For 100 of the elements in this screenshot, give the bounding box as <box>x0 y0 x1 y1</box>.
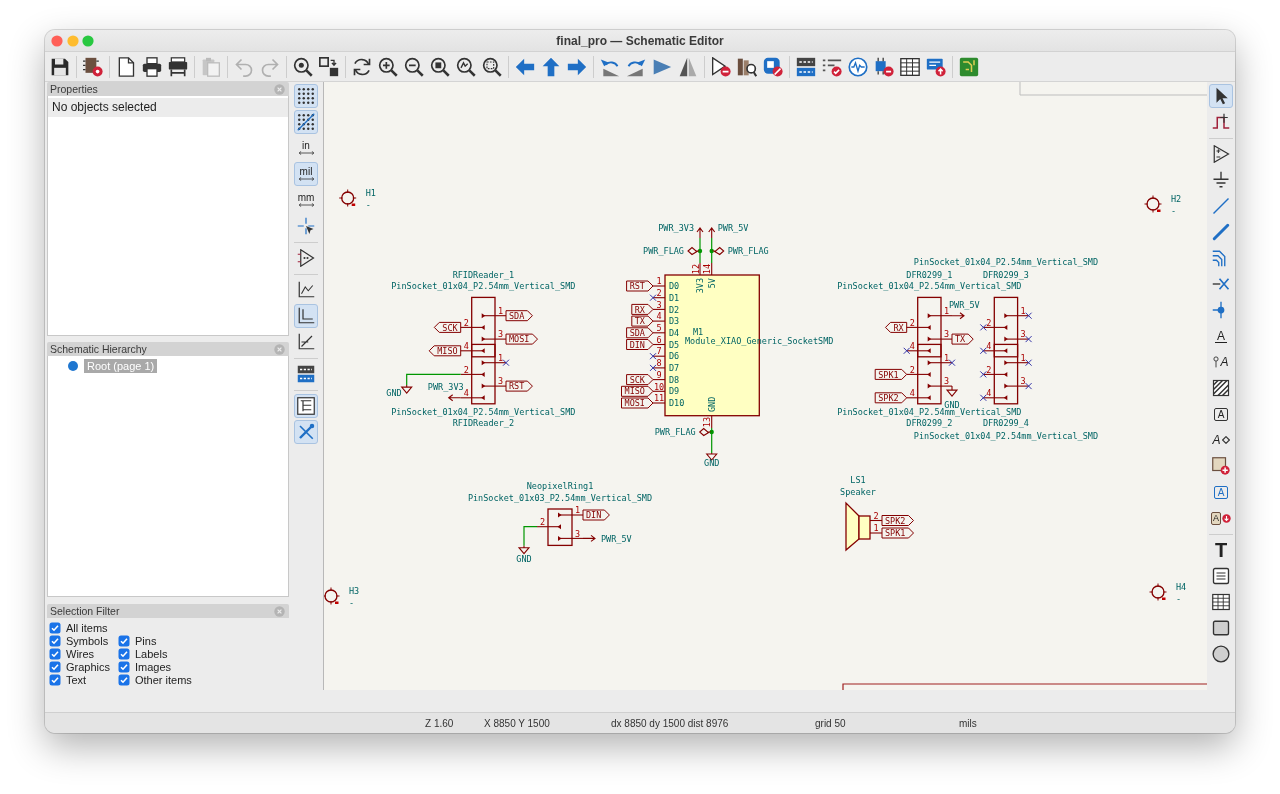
millimeters-button[interactable]: mm <box>294 188 318 212</box>
highlight-net-icon <box>1212 113 1230 131</box>
circuit-board-icon[interactable] <box>959 56 979 77</box>
no-connect-icon <box>979 347 987 355</box>
page-icon[interactable] <box>116 56 136 77</box>
checkbox[interactable] <box>49 674 61 686</box>
zoom-in-icon[interactable] <box>378 56 398 77</box>
flip-vertical-icon[interactable] <box>678 56 698 77</box>
printer-icon[interactable] <box>142 56 162 77</box>
pin-number: 4 <box>463 341 469 351</box>
checkbox-label[interactable]: All items <box>66 622 108 634</box>
sheet-add-icon <box>1212 457 1230 475</box>
zoom-fit-icon[interactable] <box>430 56 450 77</box>
connector-symbol <box>536 508 584 547</box>
books-search-icon[interactable] <box>737 56 757 77</box>
power-flag-name: PWR_FLAG <box>727 246 769 257</box>
annotate-icon[interactable] <box>796 56 816 77</box>
checkbox-label[interactable]: Text <box>66 674 87 686</box>
text-button[interactable]: T <box>1209 538 1233 562</box>
symbol-value: PinSocket_01x03_P2.54mm_Vertical_SMD <box>467 493 653 503</box>
pin-number: 1 <box>497 305 504 316</box>
plotter-icon[interactable] <box>168 56 188 77</box>
measure-arrow-icon <box>297 203 315 207</box>
checkbox-label[interactable]: Labels <box>135 648 168 660</box>
zoom-out-icon[interactable] <box>404 56 424 77</box>
label-button[interactable]: A <box>1209 324 1233 348</box>
checkbox-label[interactable]: Wires <box>66 648 95 660</box>
grid-button[interactable] <box>294 84 318 108</box>
checkbox[interactable] <box>118 661 130 673</box>
hierarchy-icon <box>297 397 315 415</box>
checkbox[interactable] <box>49 622 61 634</box>
sheet-pin-button[interactable]: A <box>1209 480 1233 504</box>
checkbox-label[interactable]: Graphics <box>66 661 111 673</box>
symbol-prohibit-icon[interactable] <box>711 56 731 77</box>
select-button[interactable] <box>1209 84 1233 108</box>
symbol-value: - <box>349 598 355 608</box>
symbol-reference: DFR0299_2 <box>906 417 953 428</box>
chip-badge-icon[interactable] <box>763 56 783 77</box>
component-badge-icon[interactable] <box>874 56 894 77</box>
net-class-button[interactable]: A <box>1209 350 1233 374</box>
arrow-left-icon[interactable] <box>515 56 535 77</box>
checkbox[interactable] <box>118 674 130 686</box>
no-connect-icon <box>1025 382 1033 390</box>
measure-arrow-icon <box>297 177 315 181</box>
properties-button[interactable] <box>294 420 318 444</box>
no-connect-icon <box>979 323 987 331</box>
symbol-value: PinSocket_01x04_P2.54mm_Vertical_SMD <box>913 430 1099 441</box>
power-arrow-icon <box>951 312 965 320</box>
power-arrow-icon <box>447 394 462 402</box>
power-flag-name: PWR_FLAG <box>654 427 696 438</box>
zoom-selection-icon[interactable] <box>482 56 502 77</box>
symbol-reference: LS1 <box>850 475 866 485</box>
checkbox-label[interactable]: Symbols <box>66 635 109 647</box>
right-angle-button[interactable] <box>294 304 318 328</box>
grid-dots-icon <box>297 87 315 105</box>
arrow-up-icon[interactable] <box>541 56 561 77</box>
mils-button[interactable]: mil <box>294 162 318 186</box>
global-label-button[interactable]: A <box>1209 402 1233 426</box>
grid-override-icon <box>297 113 315 131</box>
chip-gear-icon[interactable] <box>83 56 103 77</box>
net-label: DIN <box>582 509 610 521</box>
checkbox-label[interactable]: Images <box>135 661 172 673</box>
rectangle-icon <box>1212 619 1230 637</box>
pin-number: 3 <box>574 528 581 539</box>
pin-number: 3 <box>1020 329 1026 340</box>
units-label: mils <box>959 717 977 729</box>
hierarchy-button[interactable] <box>294 394 318 418</box>
checkbox[interactable] <box>118 635 130 647</box>
replace-icon[interactable] <box>319 56 339 77</box>
refresh-icon[interactable] <box>352 56 372 77</box>
pin-number: 2 <box>539 516 546 527</box>
checkbox[interactable] <box>118 648 130 660</box>
panel-title: Properties <box>50 83 98 95</box>
board-upload-icon[interactable] <box>926 56 946 77</box>
measure-arrow-icon <box>297 151 315 155</box>
power-port-name: GND <box>516 553 532 564</box>
search-icon[interactable] <box>293 56 313 77</box>
inches-button[interactable]: in <box>294 136 318 160</box>
checkbox-label[interactable]: Pins <box>135 635 157 647</box>
checkbox-label[interactable]: Other items <box>135 674 192 686</box>
table-icon[interactable] <box>900 56 920 77</box>
arrow-right-icon[interactable] <box>567 56 587 77</box>
mounting-hole-icon <box>338 189 357 207</box>
checkbox[interactable] <box>49 661 61 673</box>
no-connect-icon <box>948 359 956 367</box>
waveform-icon[interactable] <box>848 56 868 77</box>
checkbox[interactable] <box>49 635 61 647</box>
save-icon[interactable] <box>50 56 70 77</box>
checkbox[interactable] <box>49 648 61 660</box>
pin-number: 4 <box>909 388 915 398</box>
pin-number: 3 <box>497 376 504 387</box>
grid-override-button[interactable] <box>294 110 318 134</box>
net-label: SPK2 <box>874 392 908 404</box>
close-window-icon[interactable] <box>51 34 63 47</box>
sheet-button[interactable] <box>1209 454 1233 478</box>
import-sheet-pin-button[interactable]: A <box>1209 506 1233 530</box>
power-port-name: GND <box>704 458 720 468</box>
no-connect-icon <box>1025 335 1033 343</box>
zoom-objects-icon[interactable] <box>456 56 476 77</box>
hierarchical-label-button[interactable]: A <box>1209 428 1233 452</box>
